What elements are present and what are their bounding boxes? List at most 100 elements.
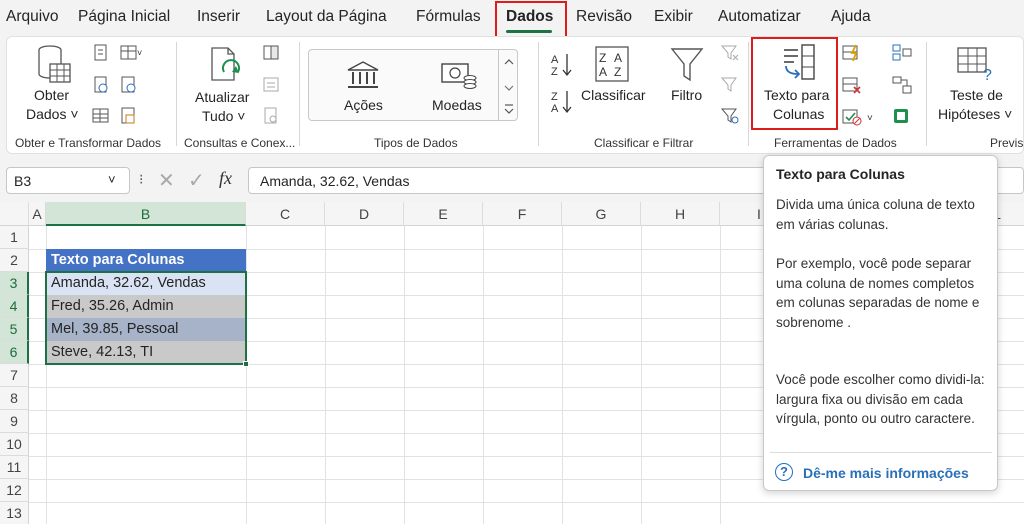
refresh-all-icon[interactable] [206, 44, 246, 86]
grid-line [29, 502, 1024, 503]
sort-za-icon[interactable]: Z A [550, 89, 574, 115]
cancel-icon: ✕ [158, 170, 175, 192]
fill-handle[interactable] [243, 361, 249, 367]
sort-dialog-icon[interactable]: Z A A Z [594, 45, 630, 85]
ribbon: Obter Dados ˅ ˅ Obter e Transformar Dado… [0, 36, 1024, 158]
properties-icon [263, 77, 279, 92]
cell-b2[interactable]: Texto para Colunas [46, 249, 246, 272]
acoes-label[interactable]: Ações [344, 96, 383, 115]
atualizar-label-1[interactable]: Atualizar [195, 88, 249, 107]
recent-sources-icon[interactable] [120, 76, 138, 94]
row-header-5[interactable]: 5 [0, 318, 29, 341]
svg-text:˅: ˅ [137, 48, 142, 58]
row-header-8[interactable]: 8 [0, 387, 29, 410]
column-header-b[interactable]: B [46, 202, 246, 226]
tab-layout-da-pagina[interactable]: Layout da Página [266, 8, 387, 26]
data-types-gallery[interactable] [308, 49, 518, 121]
from-web-icon[interactable] [92, 76, 110, 94]
tab-exibir[interactable]: Exibir [654, 8, 693, 26]
relationships-icon[interactable] [892, 76, 912, 94]
tab-arquivo[interactable]: Arquivo [6, 8, 59, 26]
group-tipos-de-dados: Tipos de Dados [374, 136, 458, 150]
from-range-icon[interactable] [92, 107, 110, 125]
column-header-f[interactable]: F [483, 202, 562, 226]
column-header-e[interactable]: E [404, 202, 483, 226]
sort-az-icon[interactable]: A Z [550, 52, 574, 78]
ribbon-separator [926, 42, 927, 146]
currencies-icon[interactable] [440, 60, 478, 90]
row-header-2[interactable]: 2 [0, 249, 29, 272]
stocks-icon[interactable] [346, 60, 380, 90]
reapply-filter-icon [720, 77, 737, 92]
confirm-icon: ✓ [188, 170, 205, 192]
row-header-12[interactable]: 12 [0, 479, 29, 502]
insert-function-icon[interactable]: fx [219, 168, 232, 189]
tooltip-paragraph-1: Divida uma única coluna de texto em vári… [776, 197, 975, 232]
remove-duplicates-icon[interactable] [842, 76, 862, 94]
select-all-corner[interactable] [0, 202, 29, 226]
row-header-10[interactable]: 10 [0, 433, 29, 456]
learn-more-link[interactable]: Dê-me mais informações [803, 465, 969, 481]
from-table-icon[interactable]: ˅ [120, 44, 142, 62]
teste-label-2[interactable]: Hipóteses ˅ [938, 105, 1012, 124]
queries-icon[interactable] [262, 44, 280, 62]
row-header-6[interactable]: 6 [0, 341, 29, 364]
database-table-icon[interactable] [36, 44, 74, 86]
svg-text:A: A [551, 54, 559, 66]
filtro-label[interactable]: Filtro [671, 86, 702, 105]
flash-fill-icon[interactable] [842, 44, 862, 62]
svg-text:A: A [614, 51, 622, 65]
data-model-icon[interactable] [892, 107, 912, 125]
column-header-h[interactable]: H [641, 202, 720, 226]
ribbon-separator [176, 42, 177, 146]
svg-text:Z: Z [614, 65, 621, 79]
classificar-label[interactable]: Classificar [581, 86, 646, 105]
tooltip-divider [770, 452, 992, 453]
group-ferramentas: Ferramentas de Dados [774, 136, 897, 150]
group-classificar-filtrar: Classificar e Filtrar [594, 136, 694, 150]
row-header-7[interactable]: 7 [0, 364, 29, 387]
group-previsao: Previs [990, 136, 1024, 150]
help-icon[interactable]: ? [775, 463, 793, 481]
edit-links-icon [264, 107, 277, 124]
filter-icon[interactable] [670, 46, 704, 84]
group-obter-transformar: Obter e Transformar Dados [15, 136, 162, 150]
column-header-c[interactable]: C [246, 202, 325, 226]
row-header-9[interactable]: 9 [0, 410, 29, 433]
from-text-icon[interactable] [92, 44, 110, 62]
column-header-d[interactable]: D [325, 202, 404, 226]
svg-text:?: ? [983, 67, 992, 82]
moedas-label[interactable]: Moedas [432, 96, 482, 115]
chevron-down-icon[interactable]: ˅ [108, 172, 116, 187]
svg-text:A: A [551, 103, 559, 115]
row-header-13[interactable]: 13 [0, 502, 29, 524]
row-header-11[interactable]: 11 [0, 456, 29, 479]
gallery-scroll[interactable] [498, 49, 518, 121]
row-header-3[interactable]: 3 [0, 272, 29, 295]
what-if-analysis-icon[interactable]: ? [956, 44, 996, 82]
tab-ajuda[interactable]: Ajuda [831, 8, 871, 26]
atualizar-label-2[interactable]: Tudo ˅ [202, 107, 245, 126]
tab-formulas[interactable]: Fórmulas [416, 8, 481, 26]
obter-dados-label-1[interactable]: Obter [34, 86, 69, 105]
advanced-filter-icon[interactable] [720, 107, 740, 125]
tab-automatizar[interactable]: Automatizar [718, 8, 801, 26]
teste-label-1[interactable]: Teste de [950, 86, 1003, 105]
row-header-1[interactable]: 1 [0, 226, 29, 249]
row-header-4[interactable]: 4 [0, 295, 29, 318]
existing-connections-icon[interactable] [120, 107, 138, 125]
column-header-g[interactable]: G [562, 202, 641, 226]
gallery-scroll-arrows-icon[interactable] [499, 49, 519, 121]
data-validation-icon[interactable]: ˅ [842, 107, 878, 127]
consolidate-icon[interactable] [892, 44, 912, 62]
column-header-a[interactable]: A [29, 202, 46, 226]
tab-revisao[interactable]: Revisão [576, 8, 632, 26]
ribbon-separator [299, 42, 300, 146]
tab-pagina-inicial[interactable]: Página Inicial [78, 8, 170, 26]
obter-dados-label-2[interactable]: Dados ˅ [26, 105, 79, 124]
group-consultas: Consultas e Conex... [184, 136, 296, 150]
more-options-icon[interactable]: ⁝ [139, 171, 143, 188]
svg-text:A: A [599, 65, 607, 79]
texto-para-colunas-highlight-box [751, 37, 838, 130]
tab-inserir[interactable]: Inserir [197, 8, 240, 26]
